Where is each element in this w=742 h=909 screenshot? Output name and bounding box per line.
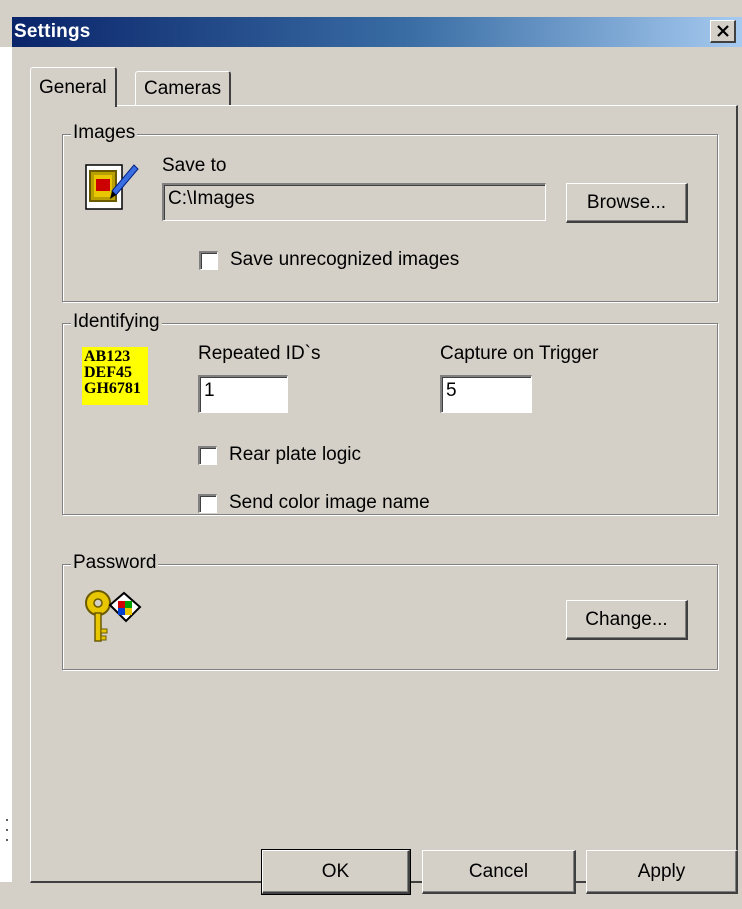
repeated-ids-input[interactable]: 1 [198, 375, 288, 413]
send-color-image-checkbox[interactable] [198, 493, 217, 513]
resize-dots [6, 819, 8, 849]
capture-on-trigger-label: Capture on Trigger [440, 343, 599, 364]
images-group-label: Images [71, 122, 138, 144]
save-to-field[interactable]: C:\Images [162, 183, 546, 221]
tab-cameras[interactable]: Cameras [135, 71, 232, 105]
send-color-image-option[interactable]: Send color image name [198, 492, 430, 514]
background-strip [0, 47, 12, 882]
title-bar[interactable]: Settings [12, 17, 742, 47]
license-plate-icon: AB123 DEF45 GH6781 [82, 347, 148, 405]
tab-general-label: General [39, 77, 107, 98]
rear-plate-logic-checkbox[interactable] [198, 445, 217, 465]
ok-button[interactable]: OK [261, 849, 411, 895]
identifying-group-label: Identifying [71, 311, 162, 333]
plate-line-2: DEF45 [84, 364, 132, 381]
close-icon [716, 25, 729, 37]
plate-line-3: GH6781 [84, 380, 141, 397]
save-unrecognized-label: Save unrecognized images [230, 249, 460, 270]
password-group-label: Password [71, 552, 159, 574]
tab-cameras-label: Cameras [144, 78, 222, 99]
change-password-button[interactable]: Change... [566, 600, 688, 640]
keys-icon [85, 590, 142, 642]
close-button[interactable] [710, 20, 736, 43]
identifying-group: Identifying [62, 311, 718, 515]
save-unrecognized-checkbox[interactable] [199, 250, 218, 270]
dialog-client: General Cameras Images Save to C:\Images… [12, 47, 742, 909]
save-to-label: Save to [162, 155, 227, 176]
plate-line-1: AB123 [84, 348, 131, 365]
cancel-button[interactable]: Cancel [422, 850, 576, 894]
repeated-ids-label: Repeated ID`s [198, 343, 321, 364]
tab-general[interactable]: General [30, 67, 117, 107]
save-unrecognized-option[interactable]: Save unrecognized images [199, 249, 459, 271]
send-color-image-label: Send color image name [229, 492, 430, 513]
picture-edit-icon [85, 164, 139, 210]
apply-button[interactable]: Apply [586, 850, 738, 894]
rear-plate-logic-label: Rear plate logic [229, 444, 362, 465]
rear-plate-logic-option[interactable]: Rear plate logic [198, 444, 361, 466]
window-title: Settings [14, 21, 91, 42]
settings-window: Settings General Cameras Images Save to … [0, 0, 742, 909]
browse-button[interactable]: Browse... [566, 183, 688, 223]
capture-on-trigger-input[interactable]: 5 [440, 375, 532, 413]
